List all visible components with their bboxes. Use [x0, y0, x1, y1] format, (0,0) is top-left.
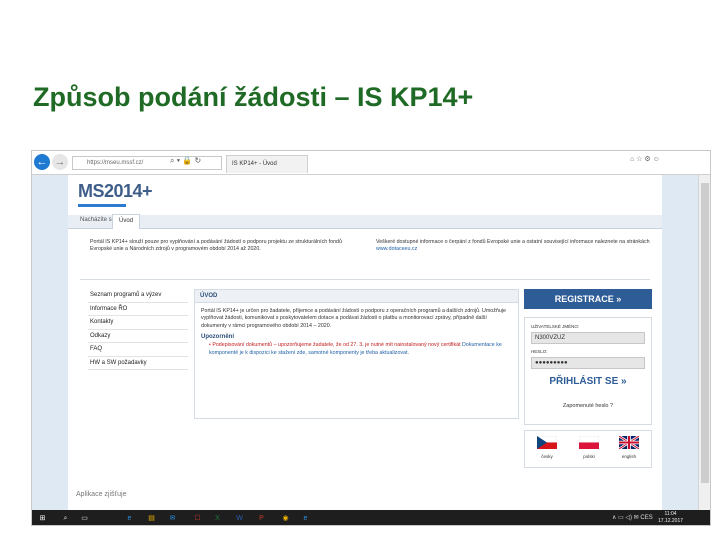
chrome-icon[interactable]: ◉: [280, 513, 291, 524]
register-button[interactable]: REGISTRACE »: [524, 289, 652, 309]
web-page: MS2014+ Nacházíte se: Úvod Portál IS KP1…: [68, 175, 662, 510]
lang-english[interactable]: english: [614, 454, 644, 459]
scroll-thumb[interactable]: [701, 183, 709, 483]
store-icon[interactable]: ☐: [192, 513, 203, 524]
sidebar-menu: Seznam programů a výzev Informace ŘO Kon…: [88, 289, 188, 370]
browser-tools-icon[interactable]: ⌂ ☆ ⚙ ☺: [630, 155, 660, 163]
breadcrumb-current[interactable]: Úvod: [112, 214, 140, 229]
logo-underline: [78, 204, 126, 207]
back-button[interactable]: ←: [34, 154, 50, 170]
edge-icon[interactable]: e: [124, 513, 135, 524]
powerpoint-icon[interactable]: P: [256, 513, 267, 524]
browser-toolbar: ← → https://mseu.mssf.cz/ ⌕ ▾ 🔒 ↻ IS KP1…: [32, 151, 710, 175]
sidebar-item-links[interactable]: Odkazy: [88, 330, 188, 343]
start-icon[interactable]: ⊞: [37, 513, 48, 524]
explorer-icon[interactable]: ▤: [146, 513, 157, 524]
forward-button[interactable]: →: [52, 154, 68, 170]
forgot-password-link[interactable]: Zapomenuté heslo ?: [531, 403, 645, 409]
dotaceeu-link[interactable]: www.dotaceeu.cz: [376, 246, 417, 252]
sidebar-item-ro-info[interactable]: Informace ŘO: [88, 303, 188, 316]
mail-icon[interactable]: ✉: [167, 513, 178, 524]
lang-czech[interactable]: česky: [532, 454, 562, 459]
clock-time: 11:04: [664, 511, 677, 517]
sidebar-item-programs[interactable]: Seznam programů a výzev: [88, 289, 188, 303]
info-notice: Veškeré dostupné informace o čerpání z f…: [376, 239, 651, 254]
slide-title: Způsob podání žádosti – IS KP14+: [33, 82, 474, 112]
task-view-icon[interactable]: ▭: [79, 513, 90, 524]
username-label: UŽIVATELSKÉ JMÉNO:: [531, 324, 580, 329]
login-form: UŽIVATELSKÉ JMÉNO: N300VZUZ HESLO: ●●●●●…: [524, 317, 652, 425]
sidebar-item-contacts[interactable]: Kontakty: [88, 316, 188, 330]
browser-tab[interactable]: IS KP14+ - Úvod: [226, 155, 308, 173]
status-text: Aplikace zjišťuje: [76, 491, 127, 498]
warning-text: • Podepisování dokumentů – upozorňujeme …: [195, 342, 518, 357]
ms2014-logo[interactable]: MS2014+: [78, 181, 153, 202]
system-tray[interactable]: ∧ ▭ ◁) ✉ CES: [612, 514, 653, 521]
czech-flag-icon[interactable]: [536, 435, 558, 449]
clock[interactable]: 11:04 17.12.2017: [658, 511, 683, 525]
ie-icon[interactable]: e: [300, 513, 311, 524]
vertical-scrollbar[interactable]: [698, 175, 710, 510]
panel-intro-text: Portál IS KP14+ je určen pro žadatele, p…: [201, 308, 506, 329]
sidebar-item-faq[interactable]: FAQ: [88, 343, 188, 357]
browser-screenshot: ← → https://mseu.mssf.cz/ ⌕ ▾ 🔒 ↻ IS KP1…: [31, 150, 711, 526]
password-field[interactable]: ●●●●●●●●●: [531, 357, 645, 369]
password-label: HESLO:: [531, 349, 548, 354]
divider: [80, 279, 650, 280]
panel-heading: ÚVOD: [195, 290, 518, 303]
lang-polish[interactable]: polski: [574, 454, 604, 459]
polish-flag-icon[interactable]: [578, 435, 600, 449]
notice-heading: Upozornění: [201, 334, 234, 341]
clock-date: 17.12.2017: [658, 518, 684, 524]
address-bar-tools-icon[interactable]: ⌕ ▾ 🔒 ↻: [170, 156, 201, 166]
info-notice-text: Veškeré dostupné informace o čerpání z f…: [376, 239, 650, 245]
intro-panel: ÚVOD Portál IS KP14+ je určen pro žadate…: [194, 289, 519, 419]
sidebar-item-hw-sw[interactable]: HW a SW požadavky: [88, 357, 188, 370]
username-field[interactable]: N300VZUZ: [531, 332, 645, 344]
uk-flag-icon[interactable]: [618, 434, 640, 451]
breadcrumb: Nacházíte se: Úvod: [68, 214, 662, 229]
excel-icon[interactable]: X: [212, 513, 223, 524]
search-icon[interactable]: ⌕: [60, 513, 71, 524]
language-selector: česky polski english: [524, 430, 652, 468]
login-button[interactable]: PŘIHLÁSIT SE »: [531, 376, 645, 387]
portal-notice: Portál IS KP14+ slouží pouze pro vyplňov…: [90, 239, 342, 253]
warning-red-text: • Podepisování dokumentů – upozorňujeme …: [209, 342, 461, 349]
word-icon[interactable]: W: [234, 513, 245, 524]
taskbar: ⊞ ⌕ ▭ e ▤ ✉ ☐ X W P ◉ e ∧ ▭ ◁) ✉ CES 11:04 17.12.20…: [32, 510, 710, 525]
